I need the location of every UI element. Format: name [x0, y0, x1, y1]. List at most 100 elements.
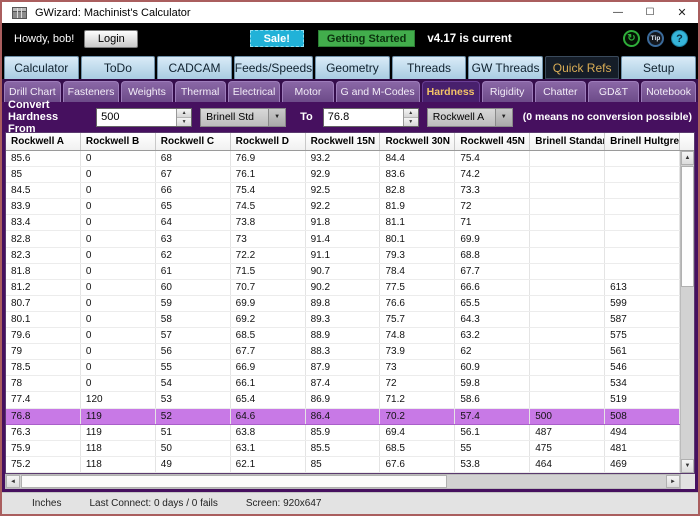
table-row[interactable]: 75.2 118 49 62.1 85 67.6 53.8 464 469: [6, 456, 681, 473]
to-value-spinner: ▲ ▼: [402, 108, 418, 126]
sub-tab-gd-t[interactable]: GD&T: [587, 81, 640, 102]
column-header-rockwell-d[interactable]: Rockwell D: [231, 133, 306, 150]
table-cell: 75.4: [455, 151, 531, 167]
sub-tab-electrical[interactable]: Electrical: [227, 81, 281, 102]
table-cell: 74.5: [231, 199, 306, 215]
column-header-rockwell-c[interactable]: Rockwell C: [156, 133, 231, 150]
table-cell: [530, 215, 606, 231]
horizontal-scrollbar[interactable]: ◄ ►: [5, 474, 681, 489]
spin-up-icon[interactable]: ▲: [403, 108, 418, 118]
column-header-rockwell-b[interactable]: Rockwell B: [81, 133, 156, 150]
table-row[interactable]: 81.2 0 60 70.7 90.2 77.5 66.6 613: [6, 279, 681, 296]
from-value-input[interactable]: [97, 108, 177, 126]
table-cell: 59.8: [455, 376, 531, 392]
chevron-down-icon[interactable]: ▼: [494, 108, 512, 126]
horizontal-scroll-thumb[interactable]: [21, 475, 448, 488]
scroll-down-icon[interactable]: ▼: [681, 459, 694, 473]
vertical-scroll-thumb[interactable]: [681, 166, 694, 287]
table-cell: [530, 344, 606, 360]
table-cell: 67.7: [231, 344, 306, 360]
table-row[interactable]: 78 0 54 66.1 87.4 72 59.8 534: [6, 376, 681, 393]
to-value-input[interactable]: [323, 108, 403, 126]
main-tab-geometry[interactable]: Geometry: [315, 56, 390, 79]
refresh-icon[interactable]: ↻: [623, 30, 640, 47]
table-row[interactable]: 77.4 120 53 65.4 86.9 71.2 58.6 519: [6, 392, 681, 409]
login-button[interactable]: Login: [84, 29, 139, 48]
main-tab-gw-threads[interactable]: GW Threads: [468, 56, 543, 79]
main-tab-todo[interactable]: ToDo: [80, 56, 156, 79]
sale-button[interactable]: Sale!: [249, 30, 304, 47]
sub-tab-rigidity[interactable]: Rigidity: [481, 81, 533, 102]
column-header-brinell-hultgren[interactable]: Brinell Hultgren: [605, 133, 681, 150]
main-tab-calculator[interactable]: Calculator: [4, 56, 79, 79]
vertical-scrollbar[interactable]: ▲ ▼: [680, 151, 694, 473]
table-cell: 119: [81, 408, 156, 424]
table-row[interactable]: 85 0 67 76.1 92.9 83.6 74.2: [6, 167, 681, 184]
scroll-up-icon[interactable]: ▲: [681, 151, 694, 165]
vertical-scroll-track[interactable]: [681, 165, 694, 459]
spin-down-icon[interactable]: ▼: [177, 117, 192, 126]
table-cell: 66.6: [455, 279, 531, 295]
sub-tab-hardness[interactable]: Hardness: [421, 81, 480, 102]
table-cell: 57: [156, 328, 231, 344]
scroll-left-icon[interactable]: ◄: [6, 475, 20, 488]
main-tab-setup[interactable]: Setup: [621, 56, 697, 79]
table-row[interactable]: 83.9 0 65 74.5 92.2 81.9 72: [6, 199, 681, 216]
from-value-spinner: ▲ ▼: [176, 108, 192, 126]
sub-tab-notebook[interactable]: Notebook: [641, 81, 697, 102]
tip-icon[interactable]: Tip: [647, 30, 664, 47]
table-row[interactable]: 82.3 0 62 72.2 91.1 79.3 68.8: [6, 247, 681, 264]
table-cell: 66.9: [231, 360, 306, 376]
sub-tab-thermal[interactable]: Thermal: [174, 81, 226, 102]
minimize-button[interactable]: —: [602, 2, 634, 23]
getting-started-button[interactable]: Getting Started: [317, 30, 416, 47]
table-cell: 64: [156, 215, 231, 231]
to-unit-select[interactable]: Rockwell A ▼: [426, 107, 513, 127]
main-tab-threads[interactable]: Threads: [391, 56, 467, 79]
sub-tab-motor[interactable]: Motor: [282, 81, 334, 102]
column-header-rockwell-a[interactable]: Rockwell A: [6, 133, 81, 150]
table-row[interactable]: 82.8 0 63 73 91.4 80.1 69.9: [6, 231, 681, 248]
table-row[interactable]: 79 0 56 67.7 88.3 73.9 62 561: [6, 344, 681, 361]
table-row[interactable]: 79.6 0 57 68.5 88.9 74.8 63.2 575: [6, 328, 681, 345]
table-cell: 464: [530, 456, 606, 472]
sub-tab-chatter[interactable]: Chatter: [534, 81, 586, 102]
sub-tab-g-and-m-codes[interactable]: G and M-Codes: [335, 81, 420, 102]
spin-up-icon[interactable]: ▲: [177, 108, 192, 118]
table-cell: 89.3: [306, 311, 381, 328]
main-tab-quick-refs[interactable]: Quick Refs: [544, 56, 620, 79]
spin-down-icon[interactable]: ▼: [403, 117, 418, 126]
table-row[interactable]: 80.7 0 59 69.9 89.8 76.6 65.5 599: [6, 295, 681, 312]
table-row[interactable]: 81.8 0 61 71.5 90.7 78.4 67.7: [6, 263, 681, 280]
table-cell: 56.1: [455, 424, 531, 440]
table-row[interactable]: 85.6 0 68 76.9 93.2 84.4 75.4: [6, 151, 681, 168]
table-cell: 69.9: [455, 231, 531, 247]
table-row[interactable]: 83.4 0 64 73.8 91.8 81.1 71: [6, 215, 681, 232]
column-header-brinell-standard[interactable]: Brinell Standard: [530, 133, 606, 150]
app-window: GWizard: Machinist's Calculator — ☐ ✕ Ho…: [0, 0, 700, 516]
chevron-down-icon[interactable]: ▼: [268, 108, 286, 126]
table-cell: 0: [81, 328, 156, 344]
from-unit-select[interactable]: Brinell Std ▼: [200, 107, 287, 127]
column-header-rockwell-30n[interactable]: Rockwell 30N: [380, 133, 456, 150]
column-header-rockwell-15n[interactable]: Rockwell 15N: [306, 133, 381, 150]
main-tab-cadcam[interactable]: CADCAM: [157, 56, 232, 79]
column-header-rockwell-45n[interactable]: Rockwell 45N: [455, 133, 531, 150]
scroll-right-icon[interactable]: ►: [666, 475, 680, 488]
table-cell: 85.5: [306, 440, 381, 456]
table-row[interactable]: 80.1 0 58 69.2 89.3 75.7 64.3 587: [6, 311, 681, 329]
main-tab-feeds-speeds[interactable]: Feeds/Speeds: [233, 56, 314, 79]
table-row[interactable]: 75.9 118 50 63.1 85.5 68.5 55 475 481: [6, 440, 681, 457]
maximize-button[interactable]: ☐: [634, 2, 666, 23]
sub-tab-weights[interactable]: Weights: [121, 81, 173, 102]
table-row[interactable]: 78.5 0 55 66.9 87.9 73 60.9 546: [6, 360, 681, 377]
horizontal-scroll-track[interactable]: [20, 475, 666, 488]
table-cell: 84.4: [380, 151, 456, 167]
table-cell: 66: [156, 183, 231, 199]
close-button[interactable]: ✕: [666, 2, 698, 23]
help-icon[interactable]: ?: [671, 30, 688, 47]
table-row[interactable]: 84.5 0 66 75.4 92.5 82.8 73.3: [6, 183, 681, 200]
table-row-selected[interactable]: 76.8 119 52 64.6 86.4 70.2 57.4 500 508: [6, 408, 681, 425]
table-row[interactable]: 76.3 119 51 63.8 85.9 69.4 56.1 487 494: [6, 424, 681, 441]
table-cell: [530, 183, 606, 199]
